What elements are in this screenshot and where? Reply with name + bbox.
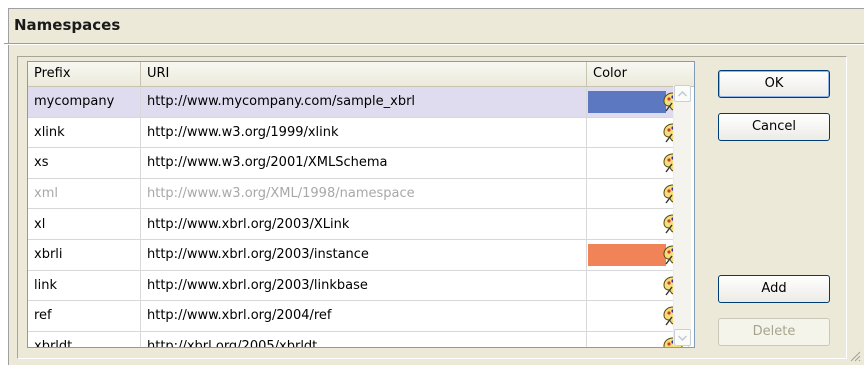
table-row[interactable]: xl http://www.xbrl.org/2003/XLink bbox=[28, 209, 689, 240]
uri-cell[interactable]: http://www.xbrl.org/2003/instance bbox=[141, 239, 587, 270]
table-scrollbar[interactable] bbox=[673, 85, 691, 346]
uri-cell[interactable]: http://xbrl.org/2005/xbrldt bbox=[141, 331, 587, 347]
ok-button[interactable]: OK bbox=[718, 70, 830, 98]
uri-cell[interactable]: http://www.xbrl.org/2003/linkbase bbox=[141, 270, 587, 301]
column-header-prefix[interactable]: Prefix bbox=[28, 62, 141, 86]
dialog-title: Namespaces bbox=[14, 16, 121, 34]
title-divider bbox=[4, 43, 864, 45]
scroll-up-arrow-icon[interactable] bbox=[674, 85, 691, 102]
uri-cell[interactable]: http://www.w3.org/XML/1998/namespace bbox=[141, 178, 587, 209]
uri-cell[interactable]: http://www.xbrl.org/2003/XLink bbox=[141, 209, 587, 239]
add-button[interactable]: Add bbox=[718, 275, 830, 303]
uri-cell[interactable]: http://www.w3.org/1999/xlink bbox=[141, 117, 587, 148]
uri-cell[interactable]: http://www.mycompany.com/sample_xbrl bbox=[141, 87, 587, 117]
table-row[interactable]: link http://www.xbrl.org/2003/linkbase bbox=[28, 270, 689, 302]
prefix-cell[interactable]: link bbox=[28, 270, 141, 301]
table-row[interactable]: xbrli http://www.xbrl.org/2003/instance bbox=[28, 239, 689, 271]
table-row[interactable]: xs http://www.w3.org/2001/XMLSchema bbox=[28, 148, 689, 179]
column-header-color[interactable]: Color bbox=[587, 62, 694, 86]
color-swatch[interactable] bbox=[588, 91, 666, 113]
table-header: Prefix URI Color bbox=[28, 62, 694, 87]
table-row[interactable]: xlink http://www.w3.org/1999/xlink bbox=[28, 117, 689, 149]
prefix-cell[interactable]: xbrldt bbox=[28, 331, 141, 347]
table-body: mycompany http://www.mycompany.com/sample… bbox=[28, 87, 689, 347]
color-swatch[interactable] bbox=[588, 243, 666, 266]
prefix-cell[interactable]: xlink bbox=[28, 117, 141, 148]
cancel-button[interactable]: Cancel bbox=[718, 113, 830, 141]
namespaces-table: Prefix URI Color mycompany http://www.myc… bbox=[27, 61, 695, 348]
prefix-cell[interactable]: ref bbox=[28, 301, 141, 331]
prefix-cell[interactable]: mycompany bbox=[28, 87, 141, 117]
table-row[interactable]: xbrldt http://xbrl.org/2005/xbrldt bbox=[28, 331, 689, 347]
table-row[interactable]: xml http://www.w3.org/XML/1998/namespace bbox=[28, 178, 689, 210]
prefix-cell[interactable]: xs bbox=[28, 148, 141, 178]
resize-grip-icon[interactable] bbox=[849, 350, 861, 362]
prefix-cell[interactable]: xl bbox=[28, 209, 141, 239]
prefix-cell[interactable]: xml bbox=[28, 178, 141, 209]
uri-cell[interactable]: http://www.xbrl.org/2004/ref bbox=[141, 301, 587, 331]
table-row[interactable]: ref http://www.xbrl.org/2004/ref bbox=[28, 301, 689, 332]
column-header-uri[interactable]: URI bbox=[141, 62, 587, 86]
prefix-cell[interactable]: xbrli bbox=[28, 239, 141, 270]
uri-cell[interactable]: http://www.w3.org/2001/XMLSchema bbox=[141, 148, 587, 178]
scroll-down-arrow-icon[interactable] bbox=[674, 329, 691, 346]
delete-button: Delete bbox=[718, 318, 830, 346]
table-row[interactable]: mycompany http://www.mycompany.com/sample… bbox=[28, 87, 689, 118]
